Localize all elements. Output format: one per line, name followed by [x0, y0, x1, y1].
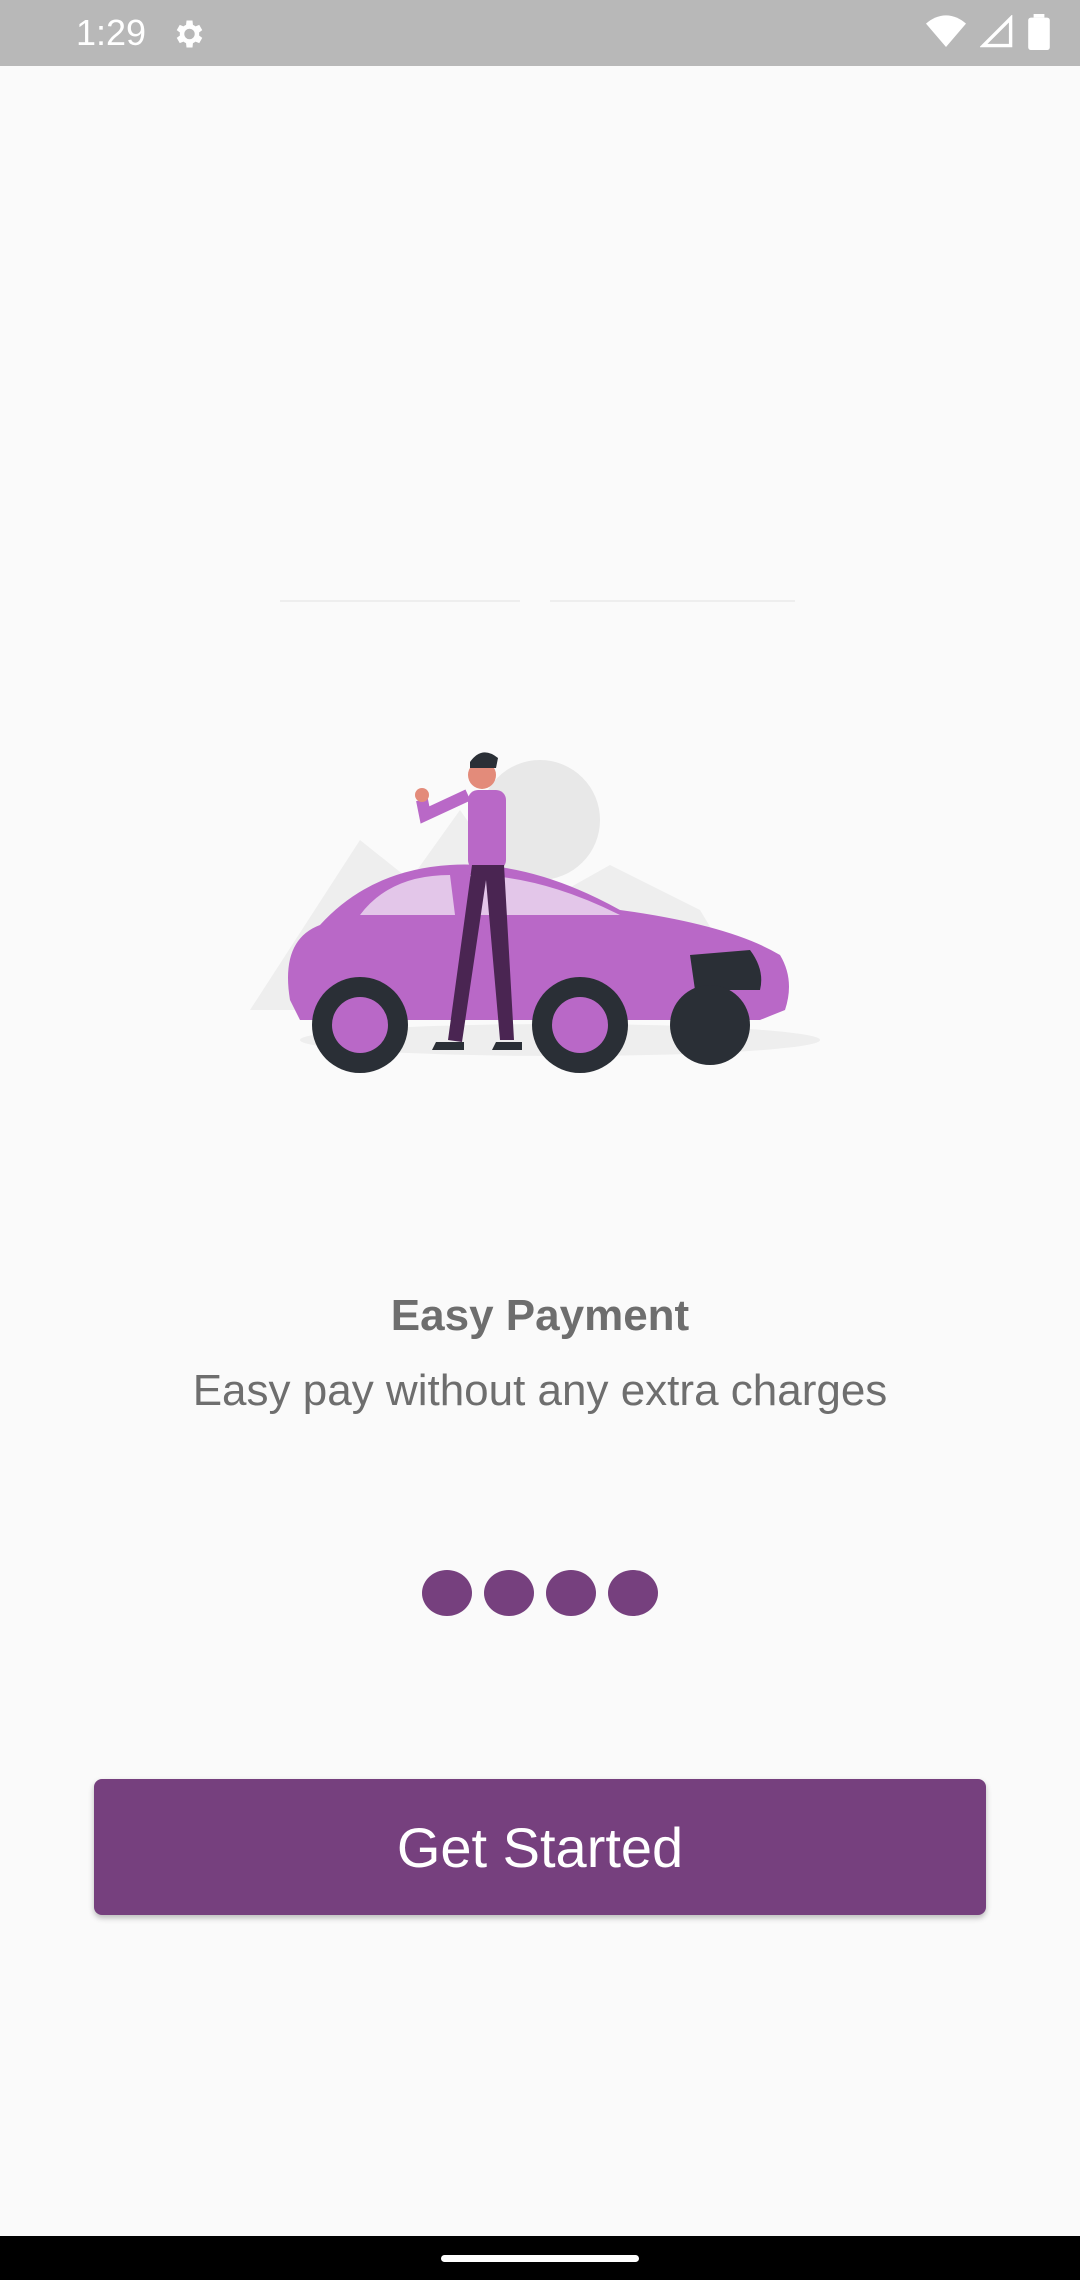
- get-started-button[interactable]: Get Started: [94, 1779, 986, 1915]
- page-indicator-dot[interactable]: [422, 1570, 472, 1616]
- page-indicator: [0, 1570, 1080, 1616]
- onboarding-subtitle: Easy pay without any extra charges: [192, 1366, 888, 1415]
- cellular-signal-icon: [980, 15, 1013, 48]
- person-leaning-on-car-illustration: [250, 600, 820, 1073]
- page-indicator-dot[interactable]: [546, 1570, 596, 1616]
- home-gesture-handle[interactable]: [441, 2255, 639, 2262]
- battery-icon: [1028, 14, 1050, 50]
- status-bar: 1:29: [0, 0, 1080, 66]
- status-time: 1:29: [76, 12, 147, 53]
- page-indicator-dot[interactable]: [608, 1570, 658, 1616]
- page-indicator-dot[interactable]: [484, 1570, 534, 1616]
- onboarding-title: Easy Payment: [390, 1291, 690, 1340]
- settings-gear-icon: [176, 20, 203, 48]
- wifi-icon: [926, 15, 966, 48]
